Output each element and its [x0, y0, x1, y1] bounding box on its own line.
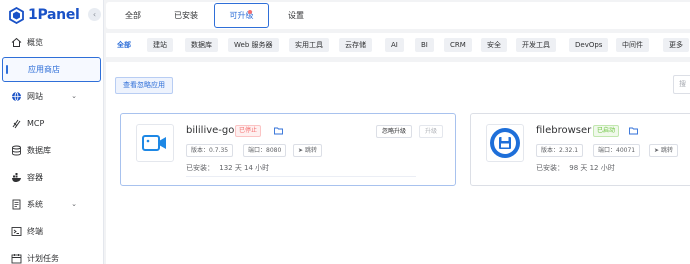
- database-icon: [10, 145, 22, 157]
- app-logo: [486, 124, 524, 162]
- tab-label: 全部: [125, 11, 141, 20]
- sidebar-item-websites[interactable]: 网站 ⌄: [0, 84, 103, 109]
- installed-value: 132 天 14 小时: [219, 164, 270, 172]
- sidebar-item-label: 应用商店: [28, 65, 60, 74]
- sidebar-item-app-store[interactable]: 应用商店: [2, 57, 101, 82]
- port-tag: 端口：8080: [243, 144, 287, 157]
- jump-label: 跳转: [304, 147, 317, 154]
- notification-dot: [248, 10, 252, 14]
- mcp-icon: [10, 118, 22, 130]
- tab-settings[interactable]: 设置: [278, 2, 314, 29]
- app-card[interactable]: filebrowser 已启动 版本：2.32.1 端口：40071 ➤ 跳转 …: [470, 113, 690, 186]
- category-chip[interactable]: 数据库: [185, 38, 218, 52]
- sidebar-item-system[interactable]: 系统 ⌄: [0, 192, 103, 217]
- cron-icon: [10, 253, 22, 264]
- app-name: bililive-go: [186, 125, 235, 136]
- home-icon: [10, 37, 22, 49]
- logo-icon: [8, 6, 25, 24]
- category-chip[interactable]: CRM: [444, 38, 472, 52]
- logo-text: 1Panel: [28, 7, 80, 23]
- category-filter: 全部 建站 数据库 Web 服务器 实用工具 云存储 AI BI CRM 安全 …: [106, 33, 690, 57]
- sidebar-item-label: 终端: [27, 227, 43, 236]
- sidebar: 1Panel ‹ 概览 应用商店 网站 ⌄ MCP 数据库 容器 系统 ⌄ 终端…: [0, 0, 104, 264]
- sidebar-item-label: 网站: [27, 92, 43, 101]
- category-chip[interactable]: 实用工具: [289, 38, 329, 52]
- terminal-icon: [10, 226, 22, 238]
- folder-icon[interactable]: [629, 126, 638, 135]
- port-tag: 端口：40071: [593, 144, 641, 157]
- jump-label: 跳转: [660, 147, 673, 154]
- app-list-panel: 查看忽略应用 搜 bililive-go 已停止 忽略升级 升级 版本：0.7.…: [106, 62, 690, 264]
- video-camera-icon: [142, 135, 166, 151]
- tab-label: 设置: [288, 11, 304, 20]
- send-icon: ➤: [654, 147, 660, 154]
- sidebar-item-label: MCP: [27, 119, 45, 128]
- sidebar-item-cron[interactable]: 计划任务: [0, 246, 103, 264]
- installed-label: 已安装：: [536, 164, 564, 172]
- container-icon: [10, 172, 22, 184]
- sidebar-item-containers[interactable]: 容器: [0, 165, 103, 190]
- logo[interactable]: 1Panel: [8, 4, 80, 26]
- installed-value: 98 天 12 小时: [569, 164, 615, 172]
- version-tag: 版本：0.7.35: [186, 144, 234, 157]
- send-icon: ➤: [298, 147, 304, 154]
- installed-time: 已安装： 98 天 12 小时: [536, 163, 615, 173]
- card-divider: [186, 176, 416, 177]
- sidebar-item-label: 计划任务: [27, 254, 59, 263]
- jump-button[interactable]: ➤ 跳转: [293, 144, 322, 157]
- app-card[interactable]: bililive-go 已停止 忽略升级 升级 版本：0.7.35 端口：808…: [120, 113, 456, 186]
- status-badge: 已启动: [593, 125, 620, 137]
- sidebar-item-label: 系统: [27, 200, 43, 209]
- sidebar-item-mcp[interactable]: MCP: [0, 111, 103, 136]
- chevron-down-icon: ⌄: [71, 92, 77, 100]
- category-chip[interactable]: AI: [385, 38, 404, 52]
- category-chip-more[interactable]: 更多: [663, 38, 689, 52]
- tab-all[interactable]: 全部: [114, 2, 152, 29]
- sidebar-item-label: 数据库: [27, 146, 51, 155]
- installed-label: 已安装：: [186, 164, 214, 172]
- tab-upgradable[interactable]: 可升级: [214, 3, 269, 28]
- status-badge: 已停止: [235, 125, 262, 137]
- category-chip[interactable]: 开发工具: [516, 38, 556, 52]
- sidebar-item-overview[interactable]: 概览: [0, 30, 103, 55]
- installed-time: 已安装： 132 天 14 小时: [186, 163, 269, 173]
- category-chip[interactable]: 建站: [147, 38, 173, 52]
- app-store-icon: [11, 64, 23, 76]
- category-chip[interactable]: 中间件: [616, 38, 649, 52]
- category-chip[interactable]: 安全: [481, 38, 507, 52]
- sidebar-item-database[interactable]: 数据库: [0, 138, 103, 163]
- sidebar-menu: 概览 应用商店 网站 ⌄ MCP 数据库 容器 系统 ⌄ 终端 计划任务: [0, 30, 103, 264]
- folder-icon[interactable]: [274, 126, 283, 135]
- category-chip[interactable]: Web 服务器: [228, 38, 279, 52]
- category-chip[interactable]: 全部: [111, 38, 137, 52]
- tab-installed[interactable]: 已安装: [165, 2, 207, 29]
- app-logo: [136, 124, 174, 162]
- category-chip[interactable]: BI: [415, 38, 434, 52]
- tab-label: 已安装: [174, 11, 198, 20]
- system-icon: [10, 199, 22, 211]
- floppy-disk-icon: [490, 128, 520, 158]
- sidebar-item-terminal[interactable]: 终端: [0, 219, 103, 244]
- chevron-down-icon: ⌄: [71, 200, 77, 208]
- collapse-sidebar-button[interactable]: ‹: [88, 8, 101, 21]
- jump-button[interactable]: ➤ 跳转: [649, 144, 678, 157]
- view-ignored-apps-button[interactable]: 查看忽略应用: [115, 77, 173, 94]
- version-tag: 版本：2.32.1: [536, 144, 584, 157]
- sidebar-item-label: 容器: [27, 173, 43, 182]
- globe-icon: [10, 91, 22, 103]
- sidebar-item-label: 概览: [27, 38, 43, 47]
- category-chip[interactable]: 云存储: [339, 38, 372, 52]
- category-chip[interactable]: DevOps: [569, 38, 609, 52]
- app-name: filebrowser: [536, 125, 592, 136]
- search-input[interactable]: 搜: [673, 75, 690, 94]
- app-store-tabs: 全部 已安装 可升级 设置: [106, 2, 690, 29]
- ignore-upgrade-button[interactable]: 忽略升级: [376, 125, 413, 138]
- upgrade-button[interactable]: 升级: [419, 125, 444, 138]
